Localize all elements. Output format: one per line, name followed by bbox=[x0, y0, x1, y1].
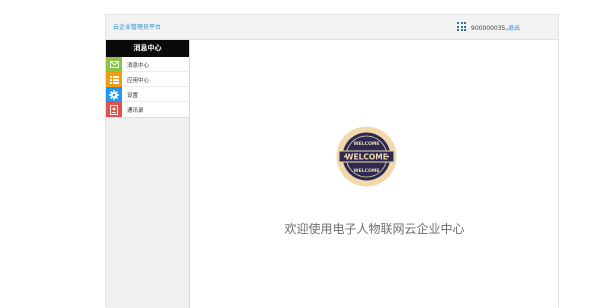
contacts-icon bbox=[106, 102, 122, 117]
brand-title[interactable]: 云企业管理员平台 bbox=[113, 22, 161, 31]
badge-text-top: WELCOME bbox=[353, 141, 379, 147]
mail-icon bbox=[106, 57, 122, 72]
sidebar-menu: 消息中心 应用中心 设置 通讯录 bbox=[106, 57, 189, 118]
badge-text-bottom: WELCOME bbox=[353, 168, 379, 174]
sidebar-item-contacts[interactable]: 通讯录 bbox=[106, 102, 189, 117]
sidebar-item-label: 设置 bbox=[127, 93, 139, 99]
apps-grid-icon[interactable] bbox=[457, 22, 466, 31]
welcome-message: 欢迎使用电子人物联网云企业中心 bbox=[284, 222, 465, 236]
sidebar-item-label: 通讯录 bbox=[127, 108, 144, 114]
top-bar: 云企业管理员平台 900000035， 退出 bbox=[106, 15, 558, 40]
sidebar-item-messages[interactable]: 消息中心 bbox=[106, 57, 189, 72]
app-window: 云企业管理员平台 900000035， 退出 消息中心 消息中心 应用中心 设置… bbox=[105, 14, 559, 308]
logout-link[interactable]: 退出 bbox=[508, 23, 520, 32]
sidebar-item-label: 应用中心 bbox=[127, 78, 150, 84]
main-content: WELCOME WELCOME WELCOME 欢迎使用电子人物联网云企业中心 bbox=[191, 40, 558, 308]
sidebar: 消息中心 消息中心 应用中心 设置 通讯录 bbox=[106, 40, 190, 308]
sidebar-title: 消息中心 bbox=[106, 40, 189, 57]
gear-icon bbox=[106, 87, 122, 102]
welcome-badge: WELCOME WELCOME WELCOME bbox=[336, 126, 397, 187]
sidebar-item-settings[interactable]: 设置 bbox=[106, 87, 189, 102]
badge-text-main: WELCOME bbox=[345, 153, 388, 162]
list-icon bbox=[106, 72, 122, 87]
sidebar-item-apps[interactable]: 应用中心 bbox=[106, 72, 189, 87]
user-id: 900000035， bbox=[471, 25, 512, 32]
sidebar-item-label: 消息中心 bbox=[127, 63, 150, 69]
